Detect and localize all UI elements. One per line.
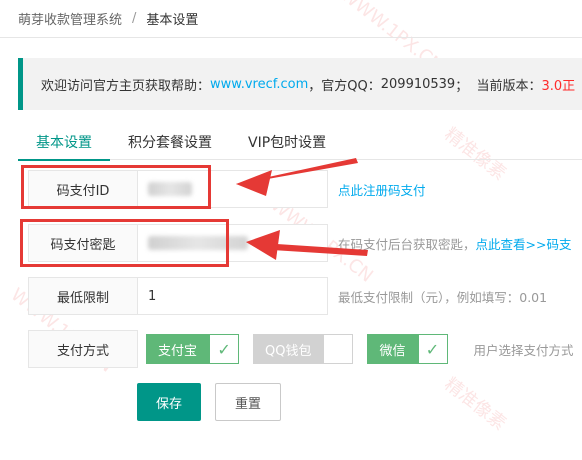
min-limit-label: 最低限制 (28, 277, 138, 315)
view-codepay-link[interactable]: 点此查看>>码支 (476, 237, 572, 252)
breadcrumb-separator: / (132, 11, 137, 26)
alipay-checkbox[interactable]: 支付宝 ✓ (146, 334, 240, 364)
watermark: 精准像素 (440, 373, 510, 435)
pay-method-options: 支付宝 ✓ QQ钱包 ✓ 微信 ✓ (146, 334, 462, 364)
breadcrumb-root[interactable]: 萌芽收款管理系统 (18, 9, 122, 28)
notice-version-label: ； 当前版本： (455, 78, 542, 94)
min-limit-row: 最低限制 1 最低支付限制（元），例如填写：0.01 (28, 277, 547, 315)
checkmark-icon: ✓ (209, 334, 240, 364)
tab-basic-settings[interactable]: 基本设置 (18, 124, 110, 161)
codepay-id-input[interactable] (138, 170, 328, 208)
checkmark-icon: ✓ (417, 334, 448, 364)
redacted-value (148, 182, 192, 196)
notice-qq-number: 209910539 (380, 76, 456, 92)
tab-vip-time[interactable]: VIP包时设置 (230, 124, 344, 160)
save-button[interactable]: 保存 (137, 383, 201, 421)
breadcrumb: 萌芽收款管理系统 / 基本设置 (0, 0, 582, 38)
codepay-key-row: 码支付密匙 在码支付后台获取密匙，点此查看>>码支 (28, 224, 571, 262)
tab-points-package[interactable]: 积分套餐设置 (110, 124, 230, 160)
codepay-key-hint-text: 在码支付后台获取密匙， (338, 236, 476, 252)
codepay-id-row: 码支付ID 点此注册码支付 (28, 170, 426, 208)
redacted-value (148, 236, 248, 250)
codepay-key-label: 码支付密匙 (28, 224, 138, 262)
info-notice: 欢迎访问官方主页获取帮助： www.vrecf.com ，官方QQ： 20991… (18, 58, 582, 110)
pay-method-label: 支付方式 (28, 330, 138, 368)
checkmark-icon: ✓ (323, 334, 354, 364)
reset-button[interactable]: 重置 (215, 383, 281, 421)
qq-wallet-checkbox-label: QQ钱包 (253, 334, 324, 364)
min-limit-input[interactable]: 1 (138, 277, 328, 315)
codepay-key-hint: 在码支付后台获取密匙，点此查看>>码支 (338, 234, 571, 253)
codepay-id-label: 码支付ID (28, 170, 138, 208)
register-codepay-link[interactable]: 点此注册码支付 (338, 180, 426, 199)
min-limit-hint: 最低支付限制（元），例如填写：0.01 (338, 289, 548, 305)
codepay-key-input[interactable] (138, 224, 328, 262)
settings-tabs: 基本设置 积分套餐设置 VIP包时设置 (18, 124, 582, 161)
wechat-checkbox[interactable]: 微信 ✓ (367, 334, 448, 364)
pay-method-hint: 用户选择支付方式 (473, 342, 574, 358)
breadcrumb-current: 基本设置 (146, 13, 199, 28)
notice-prefix: 欢迎访问官方主页获取帮助： (41, 78, 211, 94)
official-site-link[interactable]: www.vrecf.com (210, 77, 308, 92)
qq-wallet-checkbox[interactable]: QQ钱包 ✓ (253, 334, 354, 364)
pay-method-row: 支付方式 支付宝 ✓ QQ钱包 ✓ 微信 ✓ 用户选择支付方式 (28, 330, 574, 368)
notice-version: 3.0正 (541, 78, 576, 94)
wechat-checkbox-label: 微信 (367, 334, 418, 364)
notice-qq-label: ，官方QQ： (308, 78, 381, 94)
alipay-checkbox-label: 支付宝 (146, 334, 210, 364)
